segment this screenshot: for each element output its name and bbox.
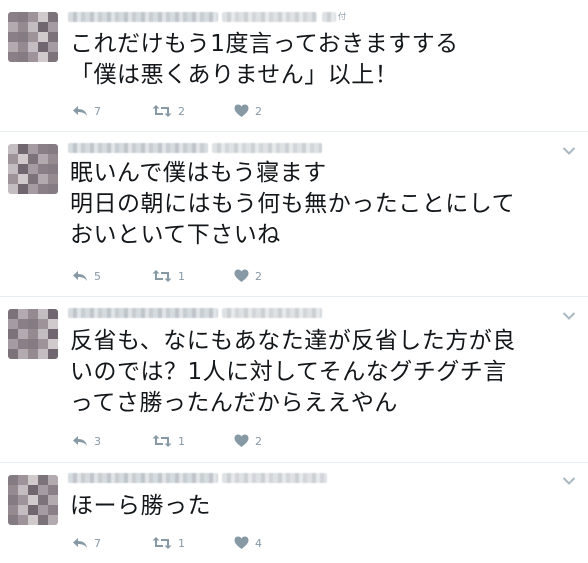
like-button[interactable]: 2 [234, 104, 262, 118]
author-handle-blurred [222, 12, 317, 22]
author-name-blurred[interactable] [68, 473, 218, 483]
reply-icon [73, 106, 87, 116]
like-icon [234, 104, 249, 117]
avatar[interactable] [8, 309, 58, 359]
reply-count: 5 [94, 269, 101, 283]
reply-icon [73, 271, 87, 281]
reply-button[interactable]: 7 [72, 536, 101, 550]
author-name-blurred[interactable] [68, 12, 218, 22]
like-count: 2 [255, 104, 262, 118]
like-count: 2 [255, 269, 262, 283]
tweet-text: これだけもう1度言っておきますする 「僕は悪くありません」以上！ [70, 29, 459, 91]
retweet-count: 2 [178, 104, 185, 118]
author-name-blurred[interactable] [68, 308, 218, 318]
avatar[interactable] [8, 12, 58, 62]
tweet[interactable]: ほーら勝った 7 1 4 [0, 463, 588, 563]
retweet-button[interactable]: 1 [152, 269, 185, 283]
avatar[interactable] [8, 144, 58, 194]
tweet-text-line: これだけもう1度言っておきますする [70, 31, 459, 57]
tweet-text-line: いのでは？1人に対してそんなグチグチ言 [70, 359, 507, 385]
author-name-blurred[interactable] [68, 143, 208, 153]
tweet-text-line: ほーら勝った [70, 493, 211, 519]
author-handle-blurred [222, 308, 322, 318]
header-mark: 付 [338, 12, 346, 21]
retweet-icon [152, 537, 172, 549]
like-icon [234, 269, 249, 282]
like-icon [234, 434, 249, 447]
avatar[interactable] [8, 475, 58, 525]
like-button[interactable]: 4 [234, 536, 262, 550]
timestamp-blurred[interactable] [322, 12, 336, 22]
reply-count: 7 [94, 536, 101, 550]
tweet-text-line: 眠いんで僕はもう寝ます [70, 160, 327, 186]
retweet-icon [152, 270, 172, 282]
tweet-text: ほーら勝った [70, 491, 211, 522]
like-button[interactable]: 2 [234, 434, 262, 448]
reply-count: 7 [94, 104, 101, 118]
tweet[interactable]: 眠いんで僕はもう寝ます 明日の朝にはもう何も無かったことにして おいといて下さい… [0, 132, 588, 295]
like-count: 2 [255, 434, 262, 448]
reply-button[interactable]: 5 [72, 269, 101, 283]
retweet-icon [152, 435, 172, 447]
reply-icon [73, 436, 87, 446]
tweet-text: 眠いんで僕はもう寝ます 明日の朝にはもう何も無かったことにして おいといて下さい… [70, 158, 515, 251]
reply-icon [73, 538, 87, 548]
retweet-count: 1 [178, 269, 185, 283]
reply-count: 3 [94, 434, 101, 448]
tweet-text-line: おいといて下さいね [70, 222, 281, 248]
author-handle-blurred [212, 143, 322, 153]
tweet-text-line: 明日の朝にはもう何も無かったことにして [70, 191, 516, 217]
retweet-icon [152, 105, 172, 117]
tweet[interactable]: 付 これだけもう1度言っておきますする 「僕は悪くありません」以上！ 7 2 2 [0, 0, 588, 131]
retweet-button[interactable]: 1 [152, 434, 185, 448]
tweet-text-line: 反省も、なにもあなた達が反省した方が良 [70, 328, 516, 354]
like-button[interactable]: 2 [234, 269, 262, 283]
retweet-button[interactable]: 1 [152, 536, 185, 550]
tweet-text-line: ってさ勝ったんだからええやん [70, 390, 398, 416]
chevron-down-icon[interactable] [562, 476, 576, 486]
retweet-count: 1 [178, 434, 185, 448]
tweet-text-line: 「僕は悪くありません」以上！ [70, 62, 399, 88]
retweet-count: 1 [178, 536, 185, 550]
author-handle-blurred [222, 473, 327, 483]
like-count: 4 [255, 536, 262, 550]
reply-button[interactable]: 3 [72, 434, 101, 448]
reply-button[interactable]: 7 [72, 104, 101, 118]
retweet-button[interactable]: 2 [152, 104, 185, 118]
chevron-down-icon[interactable] [562, 146, 576, 156]
chevron-down-icon[interactable] [562, 311, 576, 321]
tweet-text: 反省も、なにもあなた達が反省した方が良 いのでは？1人に対してそんなグチグチ言 … [70, 326, 516, 419]
like-icon [234, 536, 249, 549]
tweet[interactable]: 反省も、なにもあなた達が反省した方が良 いのでは？1人に対してそんなグチグチ言 … [0, 297, 588, 462]
